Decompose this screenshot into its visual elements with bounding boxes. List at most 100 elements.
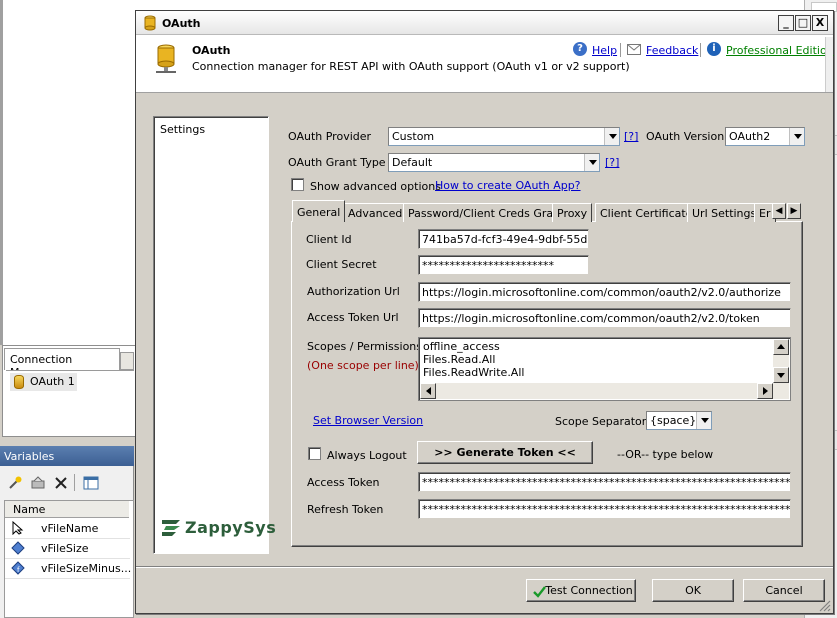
variable-row[interactable]: vFileSize: [5, 539, 130, 559]
client-id-label: Client Id: [306, 233, 352, 246]
scope-separator-select[interactable]: {space}: [646, 411, 712, 430]
refresh-token-label: Refresh Token: [307, 503, 384, 516]
settings-list: [153, 116, 269, 554]
oauth-provider-select[interactable]: Custom: [388, 127, 620, 146]
cursor-icon: [12, 521, 24, 535]
how-to-create-app-link[interactable]: How to create OAuth App?: [435, 179, 581, 192]
oauth-provider-label: OAuth Provider: [288, 130, 372, 143]
tab-client-certificate[interactable]: Client Certificate: [595, 203, 698, 222]
resize-grip-icon[interactable]: [817, 598, 831, 612]
header-separator: [700, 43, 701, 57]
tab-url-settings[interactable]: Url Settings: [687, 203, 762, 222]
scroll-right-icon[interactable]: [757, 383, 773, 399]
scopes-hint: (One scope per line): [307, 359, 419, 372]
connection-item-label: OAuth 1: [30, 375, 75, 388]
chevron-down-icon: [584, 154, 599, 171]
move-variable-icon[interactable]: [29, 474, 47, 492]
dialog-title: OAuth: [162, 17, 201, 30]
grant-help-link[interactable]: [?]: [605, 156, 619, 169]
test-connection-button[interactable]: Test Connection: [526, 579, 636, 602]
authorization-url-label: Authorization Url: [307, 285, 400, 298]
scroll-left-icon[interactable]: [420, 383, 436, 399]
oauth-version-label: OAuth Version: [646, 130, 725, 143]
settings-list-item[interactable]: Settings: [160, 123, 205, 136]
set-browser-version-link[interactable]: Set Browser Version: [313, 414, 423, 427]
scroll-down-icon[interactable]: [773, 367, 789, 383]
show-advanced-label: Show advanced options: [310, 180, 441, 193]
client-id-input[interactable]: 741ba57d-fcf3-49e4-9dbf-55d5fac: [418, 229, 589, 249]
refresh-token-input[interactable]: ****************************************…: [418, 499, 791, 519]
grid-options-icon[interactable]: [82, 474, 100, 492]
oauth-provider-value: Custom: [392, 130, 435, 143]
scope-line: Files.ReadWrite.All: [423, 366, 525, 379]
grant-type-select[interactable]: Default: [388, 153, 600, 172]
chevron-down-icon: [604, 128, 619, 145]
zappysys-logo: ZappySys: [185, 518, 277, 537]
provider-help-link[interactable]: [?]: [624, 130, 638, 143]
authorization-url-input[interactable]: https://login.microsoftonline.com/common…: [418, 282, 791, 302]
edition-link[interactable]: Professional Edition: [726, 44, 834, 57]
dialog-titlebar[interactable]: [136, 11, 833, 35]
connection-managers-tab-extra[interactable]: [120, 352, 134, 370]
maximize-button[interactable]: □: [795, 15, 811, 31]
toolbar-separator: [74, 474, 75, 491]
tab-proxy[interactable]: Proxy: [552, 203, 593, 222]
show-advanced-checkbox[interactable]: [291, 178, 304, 191]
variable-icon: [11, 541, 25, 555]
chevron-down-icon: [696, 412, 711, 429]
variable-name: vFileName: [41, 522, 99, 535]
scopes-label: Scopes / Permissions: [307, 340, 423, 353]
scope-line: offline_access: [423, 340, 500, 353]
dialog-icon: [144, 15, 156, 31]
tab-scroll-right-icon[interactable]: ▶: [787, 203, 801, 219]
variable-row[interactable]: vFileName: [5, 519, 130, 539]
scope-line: Files.Read.All: [423, 353, 496, 366]
variable-row[interactable]: f vFileSizeMinus...: [5, 559, 132, 579]
grant-type-value: Default: [392, 156, 433, 169]
tab-scroll-left-icon[interactable]: ◀: [772, 203, 786, 219]
access-token-label: Access Token: [307, 476, 380, 489]
client-secret-input[interactable]: ************************: [418, 255, 589, 275]
help-link[interactable]: Help: [592, 44, 617, 57]
scopes-horizontal-scrollbar[interactable]: [420, 383, 789, 399]
delete-variable-icon[interactable]: [52, 474, 70, 492]
tab-general[interactable]: General: [292, 200, 346, 222]
header-separator: [620, 43, 621, 57]
access-token-url-input[interactable]: https://login.microsoftonline.com/common…: [418, 308, 791, 328]
generate-token-button[interactable]: >> Generate Token <<: [417, 441, 593, 464]
help-icon[interactable]: ?: [573, 42, 587, 56]
cancel-button[interactable]: Cancel: [743, 579, 825, 602]
always-logout-checkbox[interactable]: [308, 447, 321, 460]
variables-column-header[interactable]: Name: [5, 501, 129, 518]
client-secret-label: Client Secret: [306, 258, 377, 271]
checkmark-icon: [533, 586, 546, 598]
variable-name: vFileSizeMinus...: [41, 562, 132, 575]
tab-advanced[interactable]: Advanced: [343, 203, 408, 222]
scope-separator-value: {space}: [650, 414, 697, 427]
add-variable-icon[interactable]: [6, 474, 24, 492]
chevron-down-icon: [789, 128, 804, 145]
close-button[interactable]: X: [812, 15, 828, 31]
or-type-below-label: --OR-- type below: [617, 448, 714, 461]
scope-separator-label: Scope Separator: [555, 415, 647, 428]
always-logout-label: Always Logout: [327, 449, 407, 462]
test-connection-label: Test Connection: [545, 584, 633, 597]
connection-managers-tab[interactable]: Connection Managers: [4, 348, 120, 379]
footer-divider: [136, 566, 833, 568]
database-icon: [14, 375, 24, 389]
zappysys-logo-icon: [162, 520, 180, 536]
info-icon[interactable]: i: [707, 42, 721, 56]
connection-item[interactable]: OAuth 1: [10, 373, 77, 391]
envelope-icon[interactable]: [627, 44, 641, 55]
access-token-input[interactable]: ****************************************…: [418, 472, 791, 492]
oauth-database-icon: [156, 44, 176, 73]
oauth-version-select[interactable]: OAuth2: [725, 127, 805, 146]
minimize-button[interactable]: _: [778, 15, 794, 31]
tab-password-client-creds[interactable]: Password/Client Creds Grant: [403, 203, 570, 222]
oauth-version-value: OAuth2: [729, 130, 771, 143]
ok-button[interactable]: OK: [652, 579, 734, 602]
header-scrollbar[interactable]: [825, 37, 833, 92]
scroll-up-icon[interactable]: [773, 339, 789, 355]
feedback-link[interactable]: Feedback: [646, 44, 698, 57]
expression-variable-icon: f: [11, 561, 25, 575]
